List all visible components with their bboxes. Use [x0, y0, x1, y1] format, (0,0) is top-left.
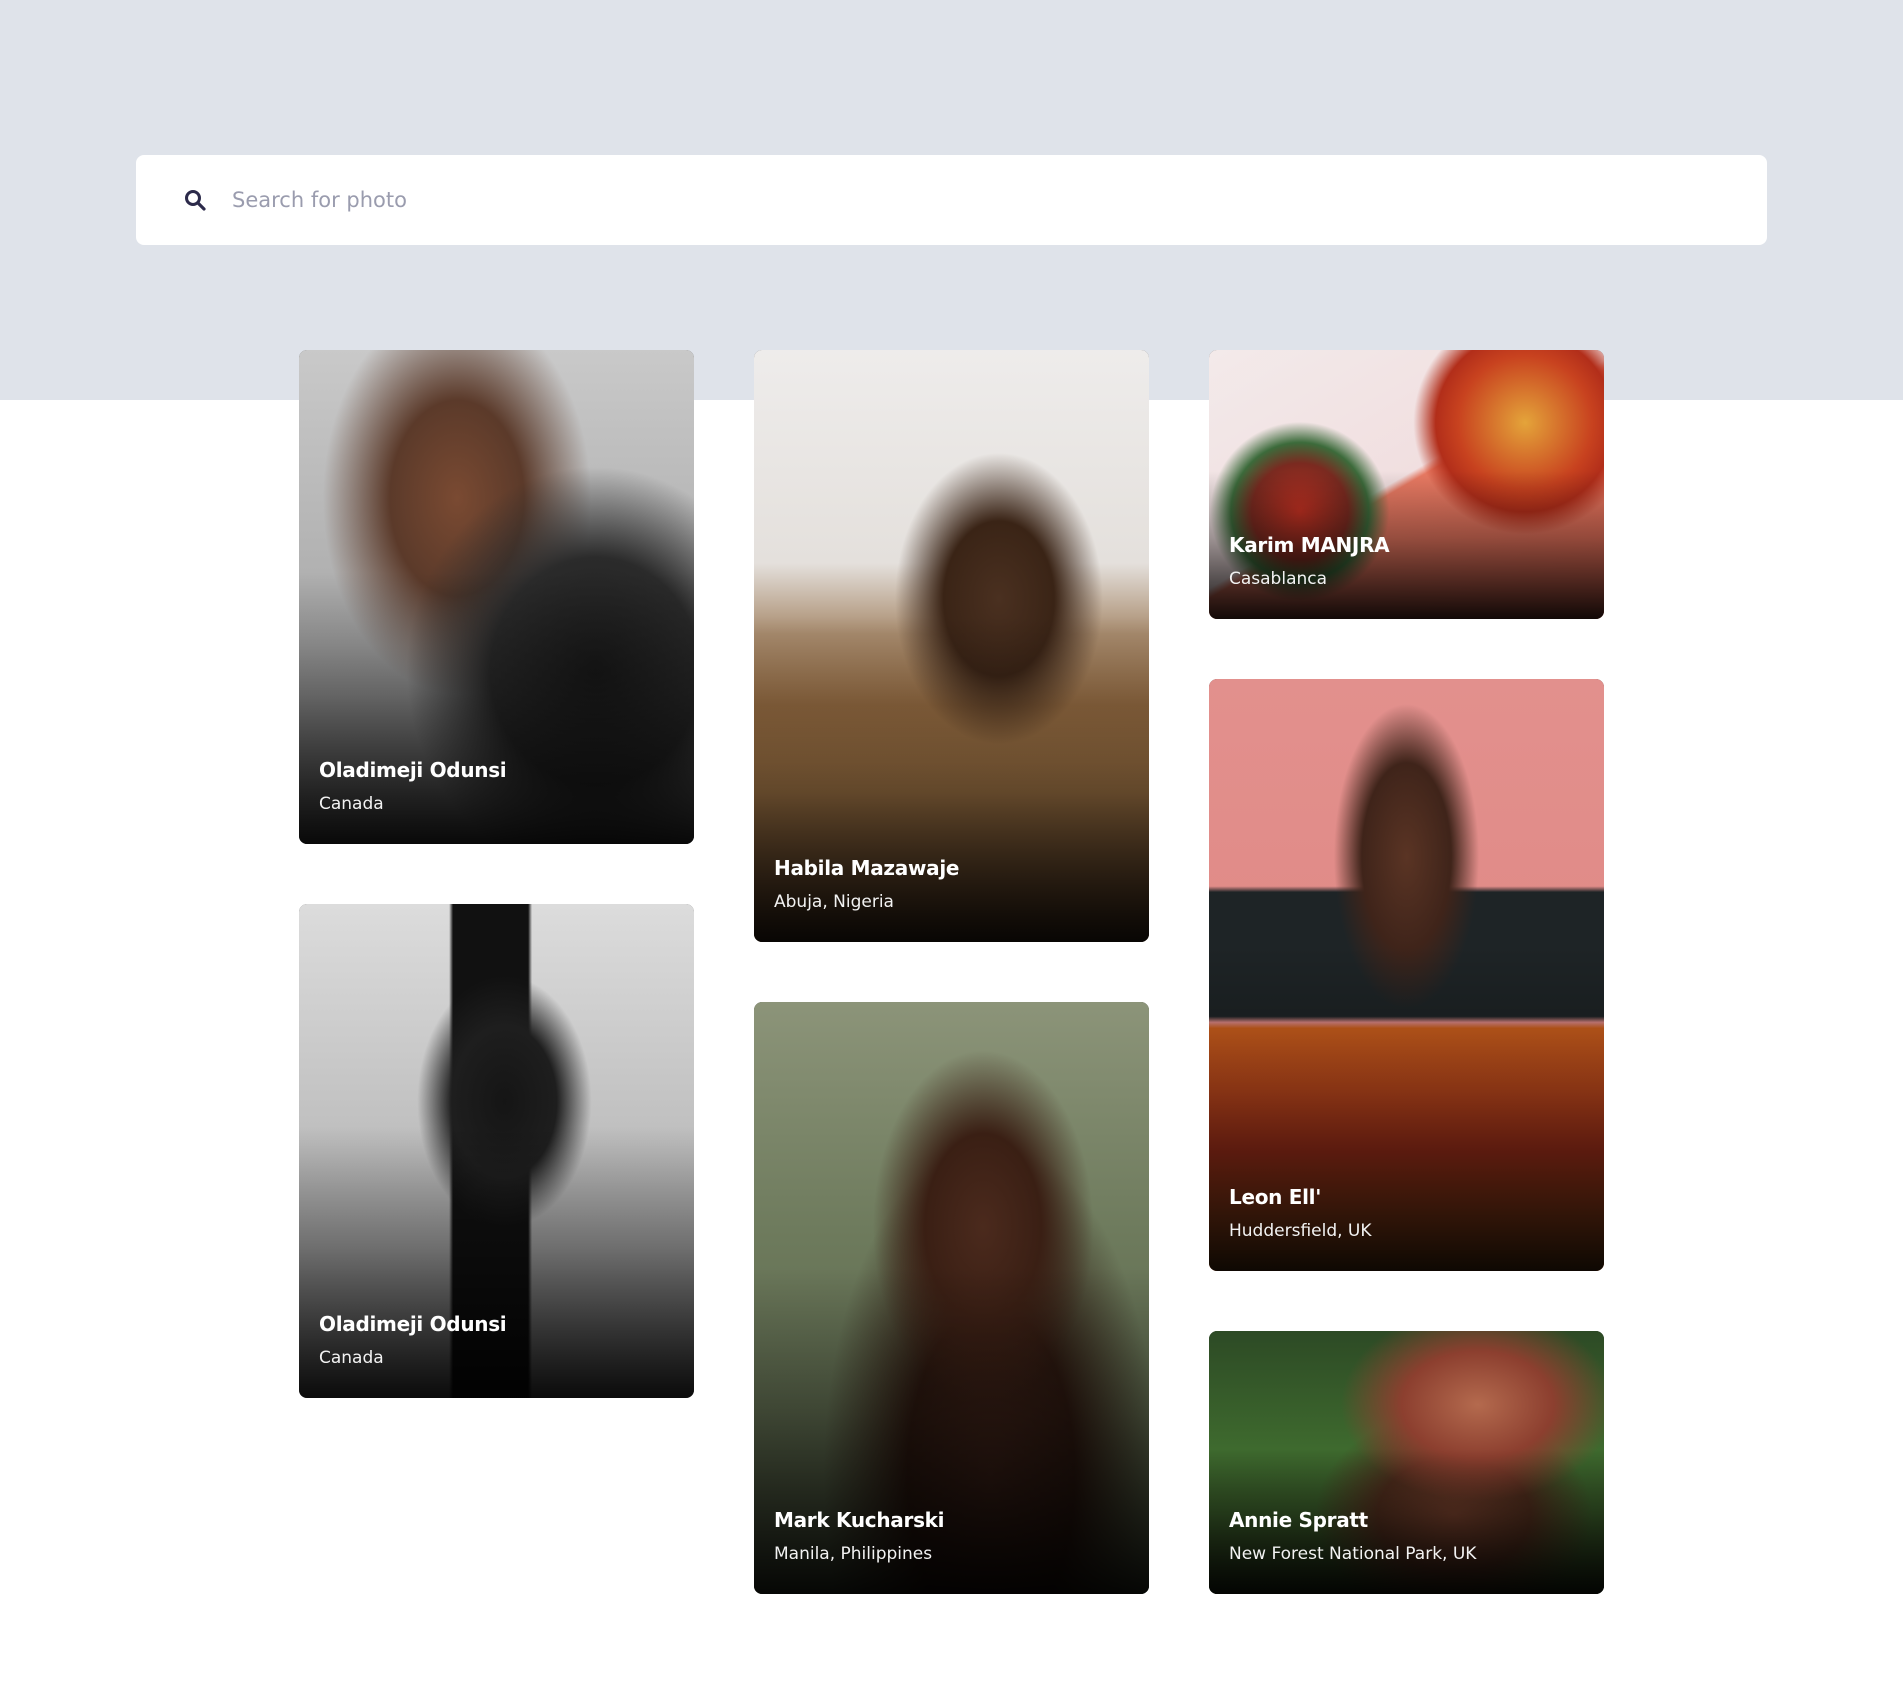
photo-card[interactable]: Annie Spratt New Forest National Park, U… — [1209, 1331, 1604, 1594]
photo-location: Abuja, Nigeria — [774, 892, 894, 912]
search-input[interactable] — [232, 180, 1632, 220]
photo-card[interactable]: Karim MANJRA Casablanca — [1209, 350, 1604, 619]
photo-location: Casablanca — [1229, 569, 1328, 589]
photo-location: Canada — [319, 1348, 384, 1368]
photo-location: Huddersfield, UK — [1229, 1221, 1372, 1241]
photo-card[interactable]: Mark Kucharski Manila, Philippines — [754, 1002, 1149, 1594]
photographer-name: Mark Kucharski — [774, 1508, 945, 1532]
photo-location: New Forest National Park, UK — [1229, 1544, 1477, 1564]
photographer-name: Habila Mazawaje — [774, 856, 960, 880]
photo-card[interactable]: Oladimeji Odunsi Canada — [299, 904, 694, 1398]
photo-card[interactable]: Oladimeji Odunsi Canada — [299, 350, 694, 844]
photo-location: Canada — [319, 794, 384, 814]
photo-card[interactable]: Habila Mazawaje Abuja, Nigeria — [754, 350, 1149, 942]
search-icon[interactable] — [184, 189, 206, 211]
photographer-name: Annie Spratt — [1229, 1508, 1368, 1532]
photographer-name: Oladimeji Odunsi — [319, 758, 507, 782]
photographer-name: Oladimeji Odunsi — [319, 1312, 507, 1336]
search-bar[interactable] — [136, 155, 1767, 245]
photographer-name: Leon Ell' — [1229, 1185, 1322, 1209]
photo-card[interactable]: Leon Ell' Huddersfield, UK — [1209, 679, 1604, 1271]
photo-location: Manila, Philippines — [774, 1544, 933, 1564]
photographer-name: Karim MANJRA — [1229, 533, 1390, 557]
